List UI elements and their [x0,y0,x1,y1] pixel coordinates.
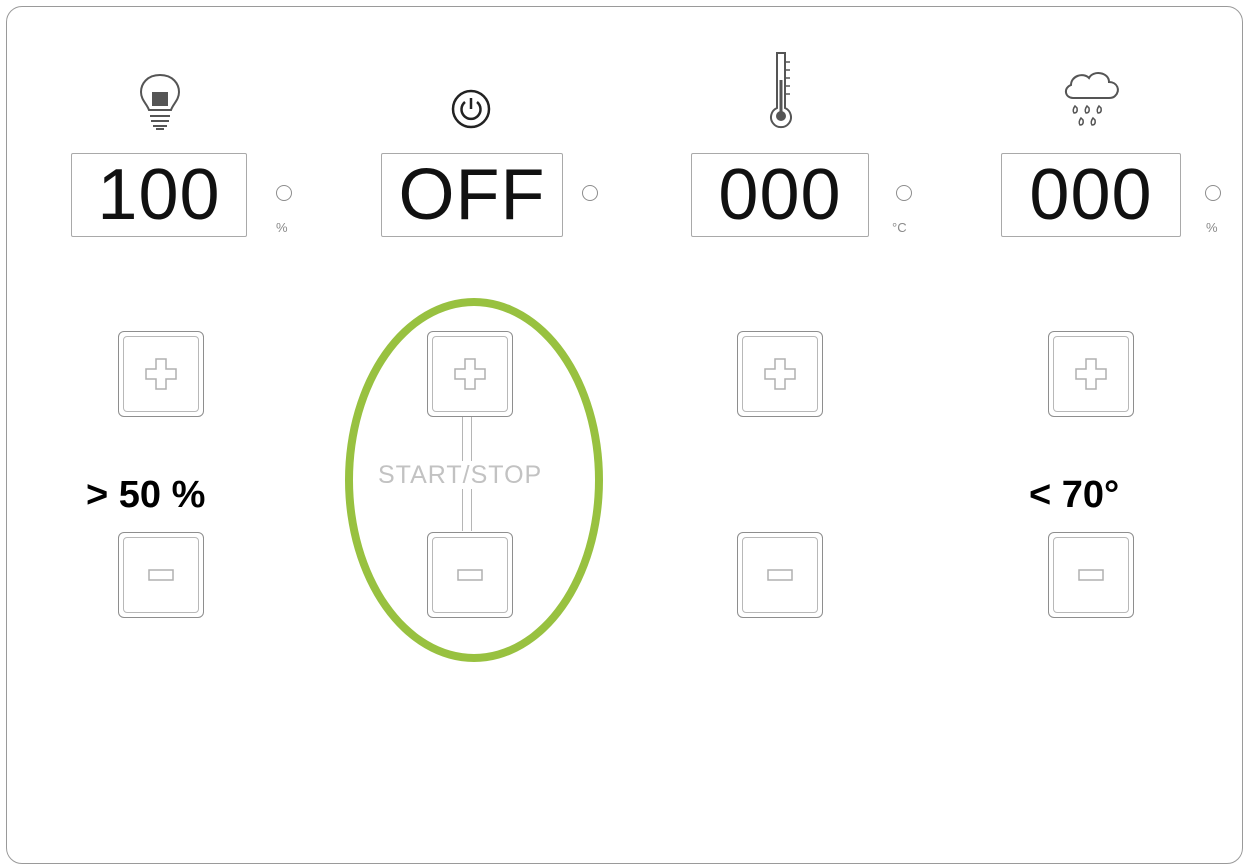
start-stop-minus-button[interactable] [427,532,513,618]
rain-display: 000 [1001,153,1181,237]
light-display: 100 [71,153,247,237]
light-minus-button[interactable] [118,532,204,618]
control-panel [6,6,1243,864]
power-icon [451,89,491,129]
thermometer-icon [770,52,792,129]
light-indicator-led [276,185,292,201]
rain-threshold-label: < 70° [1029,474,1120,516]
start-stop-label: START/STOP [378,461,543,489]
start-stop-connector-bottom [462,489,472,531]
power-indicator-led [582,185,598,201]
plus-icon [764,358,796,390]
temperature-display: 000 [691,153,869,237]
light-unit: % [276,220,288,235]
rain-cloud-icon [1065,72,1119,126]
light-plus-button[interactable] [118,331,204,417]
start-stop-plus-button[interactable] [427,331,513,417]
rain-plus-button[interactable] [1048,331,1134,417]
temperature-indicator-led [896,185,912,201]
temperature-minus-button[interactable] [737,532,823,618]
minus-icon [457,569,483,581]
light-bulb-icon [139,73,181,130]
minus-icon [1078,569,1104,581]
start-stop-connector-top [462,417,472,461]
minus-icon [148,569,174,581]
rain-unit: % [1206,220,1218,235]
plus-icon [1075,358,1107,390]
plus-icon [145,358,177,390]
rain-minus-button[interactable] [1048,532,1134,618]
temperature-unit: °C [892,220,907,235]
minus-icon [767,569,793,581]
temperature-plus-button[interactable] [737,331,823,417]
light-threshold-label: > 50 % [86,474,206,516]
power-display: OFF [381,153,563,237]
plus-icon [454,358,486,390]
rain-indicator-led [1205,185,1221,201]
